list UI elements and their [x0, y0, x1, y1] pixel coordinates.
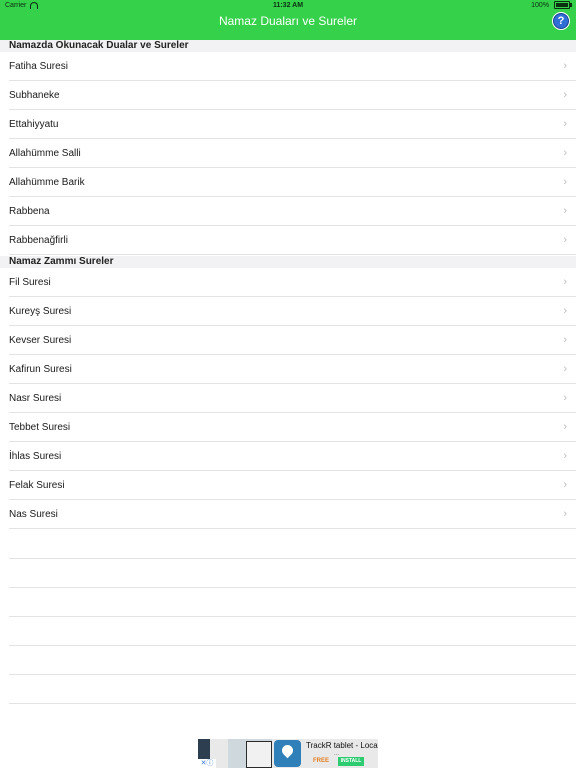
empty-row-separator — [9, 674, 576, 675]
list-item[interactable]: Fil Suresi › — [0, 268, 576, 297]
chevron-right-icon: › — [563, 479, 567, 491]
chevron-right-icon: › — [563, 334, 567, 346]
clock: 11:32 AM — [272, 2, 304, 9]
ad-free-label: FREE — [313, 758, 330, 764]
list-item-label: Felak Suresi — [9, 480, 65, 491]
list-item-label: Subhaneke — [9, 90, 60, 101]
status-bar: Carrier 11:32 AM 100% — [0, 0, 576, 12]
list-item[interactable]: Kafirun Suresi › — [0, 355, 576, 384]
list-item-label: Nas Suresi — [9, 509, 58, 520]
list-item[interactable]: Kevser Suresi › — [0, 326, 576, 355]
list-item[interactable]: Felak Suresi › — [0, 471, 576, 500]
list-item[interactable]: Allahümme Barik › — [0, 168, 576, 197]
chevron-right-icon: › — [563, 118, 567, 130]
list-item-label: Nasr Suresi — [9, 393, 62, 404]
section-header: Namaz Zammı Sureler — [0, 256, 576, 268]
list-item-label: Fil Suresi — [9, 277, 51, 288]
chevron-right-icon: › — [563, 234, 567, 246]
help-button[interactable]: ? — [552, 12, 570, 30]
list-item-label: Rabbena — [9, 206, 50, 217]
row-separator — [9, 254, 576, 255]
empty-row-separator — [9, 587, 576, 588]
page-title: Namaz Duaları ve Sureler — [218, 14, 358, 28]
chevron-right-icon: › — [563, 276, 567, 288]
list-item-label: Kevser Suresi — [9, 335, 72, 346]
empty-row-separator — [9, 558, 576, 559]
ad-close-icon[interactable]: ✕ⓘ — [198, 759, 216, 768]
list-item-label: Fatiha Suresi — [9, 61, 68, 72]
list-item[interactable]: Subhaneke › — [0, 81, 576, 110]
battery-status: 100% — [531, 0, 572, 12]
list-item-label: İhlas Suresi — [9, 451, 62, 462]
section-header: Namazda Okunacak Dualar ve Sureler — [0, 40, 576, 52]
chevron-right-icon: › — [563, 305, 567, 317]
list-item[interactable]: Tebbet Suresi › — [0, 413, 576, 442]
navigation-bar: Namaz Duaları ve Sureler ? — [0, 12, 576, 40]
chevron-right-icon: › — [563, 421, 567, 433]
chevron-right-icon: › — [563, 450, 567, 462]
row-separator — [9, 528, 576, 529]
ad-banner[interactable]: ✕ⓘ TrackR tablet - Locate ... FREE INSTA… — [198, 739, 378, 768]
chevron-right-icon: › — [563, 392, 567, 404]
list-item[interactable]: Nasr Suresi › — [0, 384, 576, 413]
list-item[interactable]: Nas Suresi › — [0, 500, 576, 529]
ad-install-button[interactable]: INSTALL — [338, 757, 364, 766]
ad-title: TrackR tablet - Locate — [306, 741, 378, 750]
list-item-label: Kureyş Suresi — [9, 306, 72, 317]
list-item[interactable]: Allahümme Salli › — [0, 139, 576, 168]
chevron-right-icon: › — [563, 205, 567, 217]
chevron-right-icon: › — [563, 176, 567, 188]
chevron-right-icon: › — [563, 60, 567, 72]
battery-percent: 100% — [531, 2, 550, 9]
list-item-label: Rabbenağfirli — [9, 235, 68, 246]
battery-icon — [554, 1, 572, 10]
empty-row-separator — [9, 616, 576, 617]
list-item[interactable]: Rabbenağfirli › — [0, 226, 576, 255]
chevron-right-icon: › — [563, 147, 567, 159]
list-item-label: Kafirun Suresi — [9, 364, 72, 375]
list-item-label: Tebbet Suresi — [9, 422, 71, 433]
list-item[interactable]: Fatiha Suresi › — [0, 52, 576, 81]
empty-row-separator — [9, 645, 576, 646]
list-item[interactable]: İhlas Suresi › — [0, 442, 576, 471]
location-pin-icon — [274, 740, 301, 767]
list-item[interactable]: Ettahiyyatu › — [0, 110, 576, 139]
list-item-label: Allahümme Barik — [9, 177, 85, 188]
chevron-right-icon: › — [563, 508, 567, 520]
chevron-right-icon: › — [563, 363, 567, 375]
list-item-label: Ettahiyyatu — [9, 119, 59, 130]
chevron-right-icon: › — [563, 89, 567, 101]
list-item-label: Allahümme Salli — [9, 148, 81, 159]
empty-row-separator — [9, 703, 576, 704]
ad-screenshot — [228, 739, 272, 768]
list-item[interactable]: Kureyş Suresi › — [0, 297, 576, 326]
list-item[interactable]: Rabbena › — [0, 197, 576, 226]
